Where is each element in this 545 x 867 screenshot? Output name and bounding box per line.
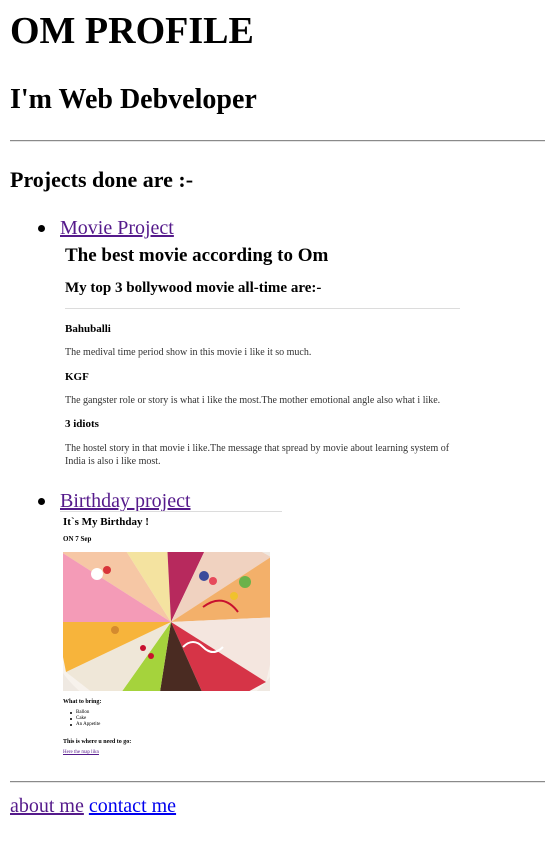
bottom-divider [10,781,545,783]
movie-name: 3 idiots [65,418,99,430]
list-bullet [38,498,45,505]
footer-nav: about me contact me [10,794,176,818]
what-to-bring-heading: What to bring: [63,699,102,705]
contact-me-link[interactable]: contact me [89,795,176,817]
movie-page-subtitle: My top 3 bollywood movie all-time are:- [65,280,322,296]
page-title: OM PROFILE [10,10,254,52]
birthday-date: ON 7 Sep [63,535,92,543]
top-divider [10,140,545,142]
list-item: An Appetite [70,722,100,728]
profile-page: OM PROFILE I'm Web Debveloper Projects d… [0,0,545,867]
movie-description: The medival time period show in this mov… [65,347,312,358]
movie-description: The gangster role or story is what i lik… [65,395,441,406]
list-bullet [38,225,45,232]
movie-project-embed: The best movie according to Om My top 3 … [60,240,465,472]
movie-project-link[interactable]: Movie Project [60,216,174,240]
birthday-title: It`s My Birthday ! [63,516,149,528]
projects-heading: Projects done are :- [10,167,194,192]
about-me-link[interactable]: about me [10,795,84,817]
birthday-project-link[interactable]: Birthday project [60,489,191,513]
movie-divider [65,308,460,309]
movie-description: The hostel story in that movie i like.Th… [65,443,450,467]
birthday-project-embed: It`s My Birthday ! ON 7 Sep What to brin… [60,511,285,766]
movie-name: Bahuballi [65,323,111,335]
page-subtitle: I'm Web Debveloper [10,84,257,115]
map-link[interactable]: Here the map likn [63,750,99,756]
birthday-top-divider [60,511,282,512]
where-to-go-heading: This is where u need to go: [63,739,132,745]
cake-slices-photo-svg [63,552,270,691]
cake-slices-photo [63,552,270,691]
bring-list: Ballon Cake An Appetite [70,710,100,728]
movie-page-title: The best movie according to Om [65,245,329,266]
movie-name: KGF [65,371,89,383]
